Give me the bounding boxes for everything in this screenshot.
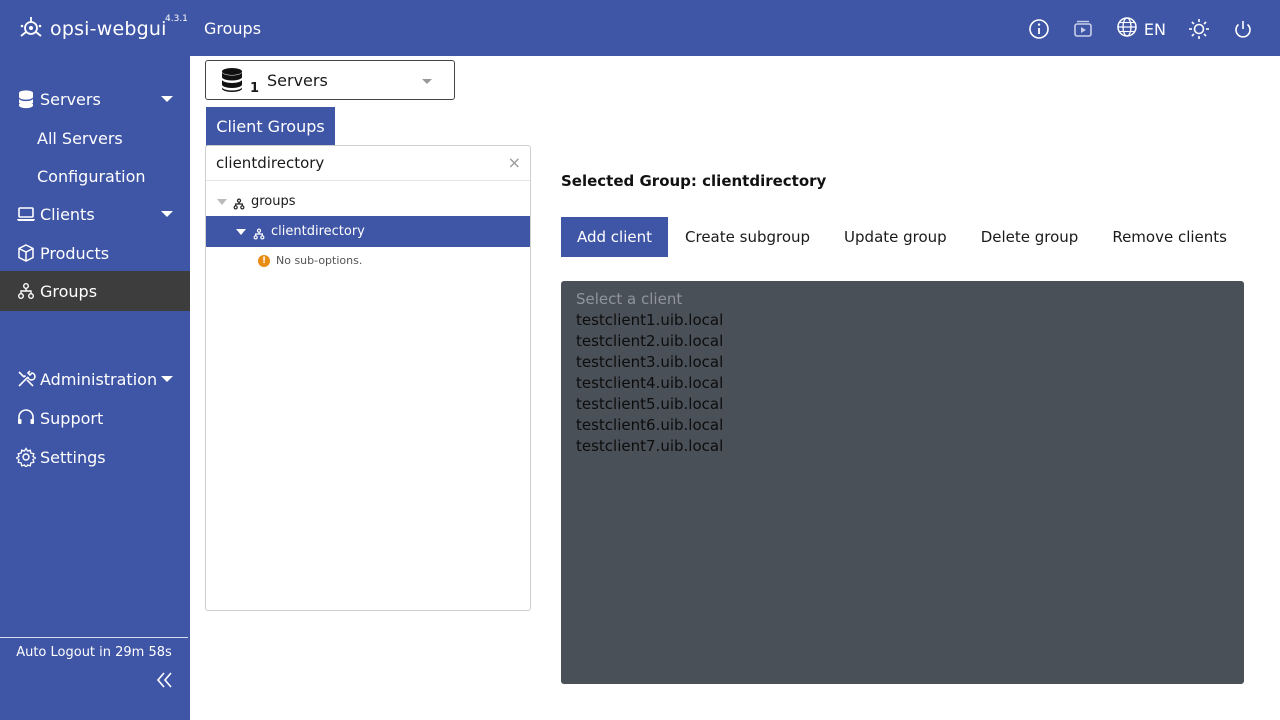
- top-navbar: opsi-webgui 4.3.1 Groups EN: [0, 0, 1280, 56]
- headset-icon: [16, 408, 36, 428]
- sidebar-item-label: Administration: [40, 369, 158, 389]
- tree-node-clientdirectory[interactable]: clientdirectory: [206, 216, 530, 247]
- sidebar-item-label: Products: [40, 243, 110, 263]
- delete-group-button[interactable]: Delete group: [964, 217, 1096, 257]
- sidebar-item-label: Settings: [40, 447, 106, 467]
- sidebar-item-support[interactable]: Support: [0, 399, 190, 437]
- collapse-triangle-icon[interactable]: [217, 199, 227, 205]
- database-icon: [220, 67, 244, 97]
- tools-icon: [16, 369, 36, 389]
- opsi-logo-icon: [18, 14, 44, 44]
- clear-icon[interactable]: ×: [508, 153, 521, 172]
- tree-node-groups[interactable]: groups: [206, 186, 530, 217]
- server-select[interactable]: 1 Servers: [205, 60, 455, 100]
- client-option[interactable]: testclient6.uib.local: [576, 416, 723, 434]
- sidebar-divider: [0, 637, 188, 638]
- info-icon[interactable]: [1028, 18, 1050, 40]
- server-count: 1: [250, 81, 260, 96]
- client-select-placeholder: Select a client: [576, 290, 683, 308]
- update-group-button[interactable]: Update group: [827, 217, 964, 257]
- create-subgroup-button[interactable]: Create subgroup: [668, 217, 827, 257]
- no-sub-options-text: No sub-options.: [276, 254, 363, 267]
- sidebar: Servers All Servers Configuration Client…: [0, 56, 190, 720]
- language-label: EN: [1143, 19, 1166, 39]
- client-option[interactable]: testclient7.uib.local: [576, 437, 723, 455]
- database-icon: [16, 89, 36, 109]
- sidebar-item-label: Support: [40, 408, 104, 428]
- group-action-bar: Add client Create subgroup Update group …: [561, 217, 1244, 257]
- tree-node-label: groups: [251, 194, 296, 209]
- client-select-list[interactable]: Select a client testclient1.uib.local te…: [561, 281, 1244, 684]
- client-option[interactable]: testclient2.uib.local: [576, 332, 723, 350]
- chevron-down-icon: [422, 79, 432, 84]
- quick-panel-icon[interactable]: [1072, 18, 1094, 40]
- sidebar-item-configuration[interactable]: Configuration: [0, 157, 190, 195]
- add-client-button[interactable]: Add client: [561, 217, 669, 257]
- no-sub-options-message: ! No sub-options.: [258, 254, 362, 267]
- sidebar-item-administration[interactable]: Administration: [0, 360, 190, 398]
- sitemap-icon: [253, 225, 265, 240]
- chevron-down-icon: [161, 376, 173, 382]
- language-selector[interactable]: EN: [1116, 16, 1166, 42]
- remove-clients-button[interactable]: Remove clients: [1095, 217, 1244, 257]
- sidebar-item-label: Clients: [40, 204, 95, 224]
- sidebar-item-label: Groups: [40, 281, 98, 301]
- client-option[interactable]: testclient5.uib.local: [576, 395, 723, 413]
- tree-node-label: clientdirectory: [271, 224, 365, 239]
- tree-search-input[interactable]: clientdirectory ×: [206, 146, 530, 181]
- globe-icon: [1116, 16, 1138, 42]
- warning-icon: !: [258, 254, 270, 267]
- laptop-icon: [16, 204, 36, 224]
- collapse-triangle-icon[interactable]: [236, 229, 246, 235]
- sidebar-item-settings[interactable]: Settings: [0, 438, 190, 476]
- client-option[interactable]: testclient4.uib.local: [576, 374, 723, 392]
- sidebar-item-all-servers[interactable]: All Servers: [0, 119, 190, 157]
- sidebar-item-label: All Servers: [37, 128, 123, 148]
- logout-power-icon[interactable]: [1232, 18, 1254, 40]
- client-option[interactable]: testclient3.uib.local: [576, 353, 723, 371]
- box-icon: [16, 243, 36, 263]
- app-name: opsi-webgui: [50, 18, 167, 40]
- tab-client-groups[interactable]: Client Groups: [206, 107, 335, 146]
- tree-search-value: clientdirectory: [216, 154, 325, 172]
- sidebar-item-products[interactable]: Products: [0, 234, 190, 272]
- page-title: Groups: [204, 19, 262, 38]
- brand-logo[interactable]: opsi-webgui: [18, 14, 167, 44]
- sitemap-icon: [233, 195, 245, 210]
- app-version: 4.3.1: [165, 14, 188, 24]
- gear-icon: [16, 447, 36, 467]
- selected-group-heading: Selected Group: clientdirectory: [561, 172, 827, 190]
- server-select-label: Servers: [267, 71, 328, 90]
- collapse-sidebar-icon[interactable]: [154, 670, 176, 690]
- auto-logout-timer: Auto Logout in 29m 58s: [16, 645, 172, 660]
- client-option[interactable]: testclient1.uib.local: [576, 311, 723, 329]
- sidebar-item-groups[interactable]: Groups: [0, 271, 190, 311]
- chevron-down-icon: [161, 211, 173, 217]
- chevron-down-icon: [161, 96, 173, 102]
- sidebar-item-label: Configuration: [37, 166, 146, 186]
- sidebar-item-servers[interactable]: Servers: [0, 80, 190, 118]
- sidebar-item-label: Servers: [40, 89, 101, 109]
- sidebar-item-clients[interactable]: Clients: [0, 195, 190, 233]
- sitemap-icon: [16, 281, 36, 301]
- group-tree-panel: clientdirectory × groups clientdirectory…: [205, 145, 531, 611]
- theme-toggle-sun-icon[interactable]: [1188, 18, 1210, 40]
